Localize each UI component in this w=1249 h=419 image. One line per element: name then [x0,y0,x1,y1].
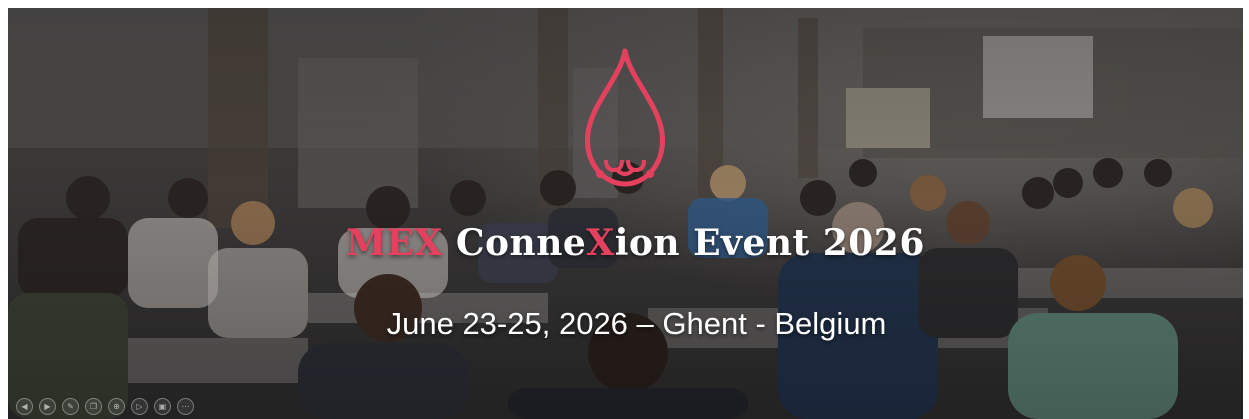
zoom-icon[interactable]: ⊕ [108,398,125,415]
event-title: MEX ConneXion Event 2026 [8,222,1243,264]
title-part-mex: MEX [346,222,443,264]
pen-icon[interactable]: ✎ [62,398,79,415]
title-part-ion-event: ion Event 2026 [614,222,925,264]
event-banner: MEX ConneXion Event 2026 June 23-25, 202… [8,8,1243,419]
more-icon[interactable]: ⋯ [177,398,194,415]
event-date-location: June 23-25, 2026 – Ghent - Belgium [386,306,887,341]
camera-icon[interactable]: ▣ [154,398,171,415]
copy-icon[interactable]: ❐ [85,398,102,415]
back-icon[interactable]: ◀ [16,398,33,415]
slideshow-controls: ◀ ▶ ✎ ❐ ⊕ ▷ ▣ ⋯ [16,398,194,415]
forward-icon[interactable]: ▷ [131,398,148,415]
title-part-conne: Conne [442,222,587,264]
droplet-logo-icon [585,48,665,187]
title-part-x: X [586,222,615,264]
play-icon[interactable]: ▶ [39,398,56,415]
